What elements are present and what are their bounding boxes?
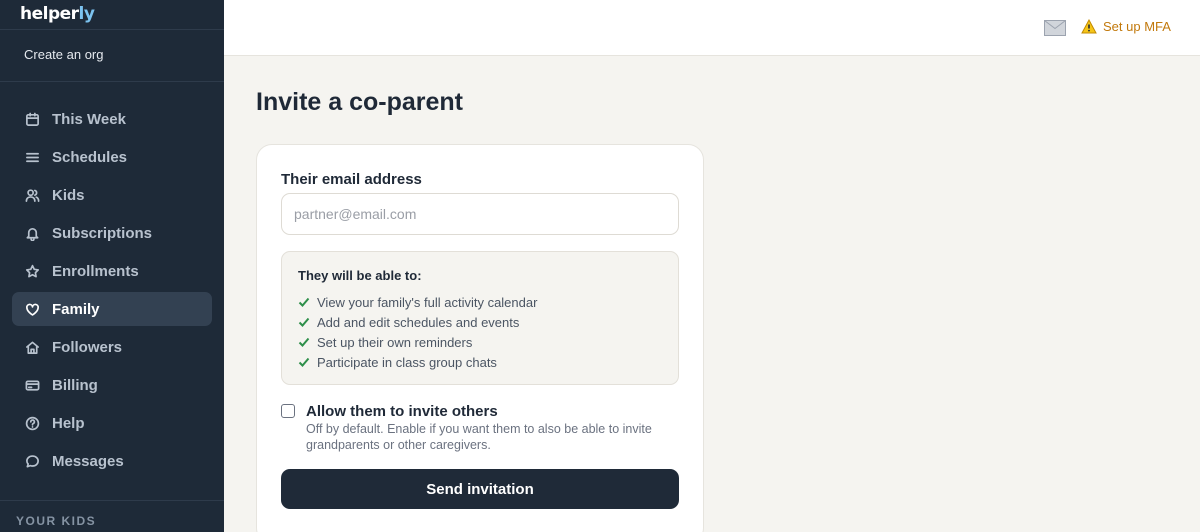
permission-text: Participate in class group chats <box>317 354 497 370</box>
sidebar-item-messages[interactable]: Messages <box>12 444 212 478</box>
sidebar-item-label: Schedules <box>52 148 128 166</box>
chat-bubble-icon <box>24 453 40 469</box>
help-circle-icon <box>24 415 40 431</box>
check-icon <box>298 336 310 348</box>
sidebar-item-label: Kids <box>52 186 85 204</box>
sidebar-item-label: Followers <box>52 338 123 356</box>
sidebar-item-kids[interactable]: Kids <box>12 178 212 212</box>
sidebar-item-label: Subscriptions <box>52 224 153 242</box>
allow-invite-label: Allow them to invite others <box>306 403 498 420</box>
sidebar-item-schedules[interactable]: Schedules <box>12 140 212 174</box>
sidebar-nav: This Week Schedules Kids Subscriptions E… <box>0 82 224 478</box>
sidebar-section-title: YOUR KIDS <box>0 500 224 528</box>
permission-item: Set up their own reminders <box>298 332 662 352</box>
credit-card-icon <box>24 377 40 393</box>
email-field[interactable] <box>281 193 679 235</box>
sidebar-item-label: Billing <box>52 376 98 394</box>
heart-icon <box>24 301 40 317</box>
email-field-label: Their email address <box>281 171 422 188</box>
sidebar-item-label: Family <box>52 300 100 318</box>
sidebar-item-family[interactable]: Family <box>12 292 212 326</box>
permission-item: Participate in class group chats <box>298 352 662 372</box>
sidebar-item-followers[interactable]: Followers <box>12 330 212 364</box>
sidebar-item-this-week[interactable]: This Week <box>12 102 212 136</box>
allow-invite-help: Off by default. Enable if you want them … <box>306 422 652 452</box>
top-bar: Set up MFA <box>224 0 1200 56</box>
sidebar: helperly Create an org This Week Schedul… <box>0 0 224 532</box>
invite-card: Their email address They will be able to… <box>256 144 704 532</box>
permission-text: View your family's full activity calenda… <box>317 294 538 310</box>
permission-item: View your family's full activity calenda… <box>298 292 662 312</box>
calendar-icon <box>24 111 40 127</box>
setup-mfa-label: Set up MFA <box>1103 19 1171 34</box>
sidebar-item-help[interactable]: Help <box>12 406 212 440</box>
page-title: Invite a co-parent <box>256 88 463 116</box>
warning-icon <box>1081 18 1097 34</box>
setup-mfa-link[interactable]: Set up MFA <box>1081 18 1171 34</box>
logo[interactable]: helperly <box>20 4 95 24</box>
check-icon <box>298 356 310 368</box>
create-org-label: Create an org <box>24 47 104 62</box>
list-icon <box>24 149 40 165</box>
permission-item: Add and edit schedules and events <box>298 312 662 332</box>
permissions-box: They will be able to: View your family's… <box>281 251 679 385</box>
brand: helperly <box>0 0 224 30</box>
bell-icon <box>24 225 40 241</box>
send-invitation-button[interactable]: Send invitation <box>281 469 679 509</box>
sidebar-item-label: This Week <box>52 110 126 128</box>
star-icon <box>24 263 40 279</box>
sidebar-item-label: Enrollments <box>52 262 139 280</box>
check-icon <box>298 316 310 328</box>
permission-text: Add and edit schedules and events <box>317 314 520 330</box>
allow-invite-checkbox[interactable] <box>281 404 295 418</box>
sidebar-item-subscriptions[interactable]: Subscriptions <box>12 216 212 250</box>
sidebar-item-label: Messages <box>52 452 124 470</box>
permissions-title: They will be able to: <box>298 268 422 283</box>
sidebar-item-label: Help <box>52 414 85 432</box>
permission-text: Set up their own reminders <box>317 334 473 350</box>
create-org-link[interactable]: Create an org <box>0 30 224 82</box>
sidebar-item-enrollments[interactable]: Enrollments <box>12 254 212 288</box>
users-icon <box>24 187 40 203</box>
home-icon <box>24 339 40 355</box>
check-icon <box>298 296 310 308</box>
sidebar-item-billing[interactable]: Billing <box>12 368 212 402</box>
mail-icon[interactable] <box>1044 20 1066 36</box>
